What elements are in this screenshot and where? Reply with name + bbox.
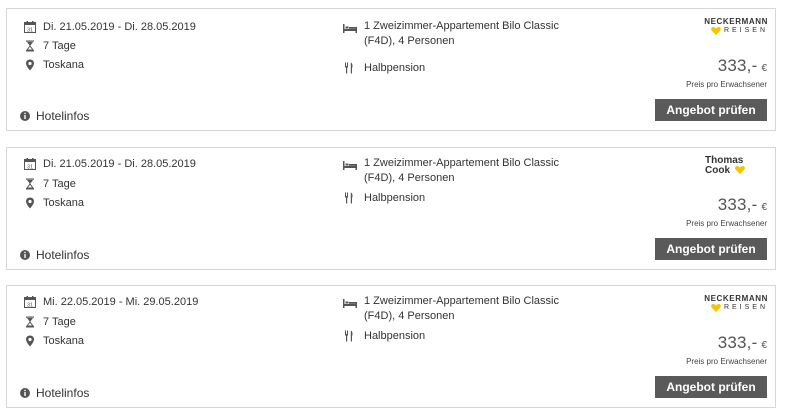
duration: 7 Tage bbox=[43, 40, 76, 52]
info-icon bbox=[19, 110, 31, 122]
hotel-info-link[interactable]: Hotelinfos bbox=[19, 386, 89, 400]
room-line: (F4D), 4 Personen bbox=[364, 172, 455, 184]
price-block: 333,- € Preis pro Erwachsener bbox=[686, 195, 767, 228]
hotel-info-label[interactable]: Hotelinfos bbox=[36, 109, 89, 123]
offer-list: 31 Di. 21.05.2019 - Di. 28.05.2019 7 Tag… bbox=[0, 0, 786, 415]
date-row: 31 Di. 21.05.2019 - Di. 28.05.2019 bbox=[24, 20, 196, 34]
date-row: 31 Mi. 22.05.2019 - Mi. 29.05.2019 bbox=[24, 295, 198, 309]
calendar-icon: 31 bbox=[24, 158, 36, 170]
hotel-info-link[interactable]: Hotelinfos bbox=[19, 109, 89, 123]
calendar-icon: 31 bbox=[24, 296, 36, 308]
neckermann-logo: NECKERMANN REISEN bbox=[698, 294, 768, 312]
heart-icon bbox=[711, 26, 721, 35]
room-line: 1 Zweizimmer-Appartement Bilo Classic bbox=[364, 157, 559, 169]
board-type: Halbpension bbox=[364, 62, 426, 74]
brand-name: NECKERMANN bbox=[704, 294, 768, 303]
heart-icon bbox=[711, 303, 721, 312]
price: 333,- bbox=[717, 333, 758, 352]
cutlery-icon bbox=[343, 330, 355, 342]
price-note: Preis pro Erwachsener bbox=[686, 219, 767, 228]
brand-subline: REISEN bbox=[723, 304, 768, 311]
duration-row: 7 Tage bbox=[24, 39, 76, 53]
hourglass-icon bbox=[24, 316, 36, 328]
offer-card: 31 Di. 21.05.2019 - Di. 28.05.2019 7 Tag… bbox=[6, 8, 776, 131]
brand-subline: Cook bbox=[705, 165, 730, 176]
hourglass-icon bbox=[24, 40, 36, 52]
cutlery-icon bbox=[343, 192, 355, 204]
location: Toskana bbox=[43, 59, 84, 71]
hourglass-icon bbox=[24, 178, 36, 190]
room-description: 1 Zweizimmer-Appartement Bilo Classic (F… bbox=[364, 294, 594, 324]
thomas-cook-logo: Thomas Cook bbox=[705, 156, 755, 176]
heart-icon bbox=[734, 166, 745, 175]
check-offer-button[interactable]: Angebot prüfen bbox=[655, 238, 767, 260]
hotel-info-label[interactable]: Hotelinfos bbox=[36, 386, 89, 400]
info-icon bbox=[19, 249, 31, 261]
room-line: (F4D), 4 Personen bbox=[364, 35, 455, 47]
offer-card: 31 Mi. 22.05.2019 - Mi. 29.05.2019 7 Tag… bbox=[6, 285, 776, 408]
location: Toskana bbox=[43, 335, 84, 347]
price-note: Preis pro Erwachsener bbox=[686, 357, 767, 366]
svg-text:31: 31 bbox=[27, 165, 33, 171]
currency: € bbox=[761, 63, 767, 74]
location-pin-icon bbox=[24, 197, 36, 209]
brand-subline: REISEN bbox=[723, 27, 768, 34]
location-pin-icon bbox=[24, 335, 36, 347]
room-line: 1 Zweizimmer-Appartement Bilo Classic bbox=[364, 20, 559, 32]
travel-dates: Mi. 22.05.2019 - Mi. 29.05.2019 bbox=[43, 296, 199, 308]
hotel-info-link[interactable]: Hotelinfos bbox=[19, 248, 89, 262]
calendar-icon: 31 bbox=[24, 21, 36, 33]
price: 333,- bbox=[717, 56, 758, 75]
price-note: Preis pro Erwachsener bbox=[686, 80, 767, 89]
check-offer-button[interactable]: Angebot prüfen bbox=[655, 376, 767, 398]
check-offer-button[interactable]: Angebot prüfen bbox=[655, 99, 767, 121]
duration-row: 7 Tage bbox=[24, 177, 76, 191]
duration-row: 7 Tage bbox=[24, 315, 76, 329]
travel-dates: Di. 21.05.2019 - Di. 28.05.2019 bbox=[43, 158, 196, 170]
travel-dates: Di. 21.05.2019 - Di. 28.05.2019 bbox=[43, 21, 196, 33]
price-block: 333,- € Preis pro Erwachsener bbox=[686, 333, 767, 366]
brand-name: NECKERMANN bbox=[704, 17, 768, 26]
bed-icon bbox=[343, 158, 357, 170]
duration: 7 Tage bbox=[43, 178, 76, 190]
board-row: Halbpension bbox=[343, 329, 425, 343]
room-description: 1 Zweizimmer-Appartement Bilo Classic (F… bbox=[364, 19, 594, 49]
bed-icon bbox=[343, 296, 357, 308]
location-row: Toskana bbox=[24, 196, 84, 210]
location-pin-icon bbox=[24, 59, 36, 71]
info-icon bbox=[19, 387, 31, 399]
svg-text:31: 31 bbox=[27, 303, 33, 309]
cutlery-icon bbox=[343, 62, 355, 74]
svg-text:31: 31 bbox=[27, 28, 33, 34]
date-row: 31 Di. 21.05.2019 - Di. 28.05.2019 bbox=[24, 157, 196, 171]
location-row: Toskana bbox=[24, 334, 84, 348]
board-type: Halbpension bbox=[364, 330, 426, 342]
board-row: Halbpension bbox=[343, 191, 425, 205]
location-row: Toskana bbox=[24, 58, 84, 72]
room-line: 1 Zweizimmer-Appartement Bilo Classic bbox=[364, 295, 559, 307]
offer-card: 31 Di. 21.05.2019 - Di. 28.05.2019 7 Tag… bbox=[6, 147, 776, 270]
currency: € bbox=[761, 202, 767, 213]
neckermann-logo: NECKERMANN REISEN bbox=[698, 17, 768, 35]
price-block: 333,- € Preis pro Erwachsener bbox=[686, 56, 767, 89]
currency: € bbox=[761, 340, 767, 351]
room-description: 1 Zweizimmer-Appartement Bilo Classic (F… bbox=[364, 156, 594, 186]
board-row: Halbpension bbox=[343, 61, 425, 75]
price: 333,- bbox=[717, 195, 758, 214]
hotel-info-label[interactable]: Hotelinfos bbox=[36, 248, 89, 262]
bed-icon bbox=[343, 21, 357, 33]
room-line: (F4D), 4 Personen bbox=[364, 310, 455, 322]
board-type: Halbpension bbox=[364, 192, 426, 204]
location: Toskana bbox=[43, 197, 84, 209]
duration: 7 Tage bbox=[43, 316, 76, 328]
